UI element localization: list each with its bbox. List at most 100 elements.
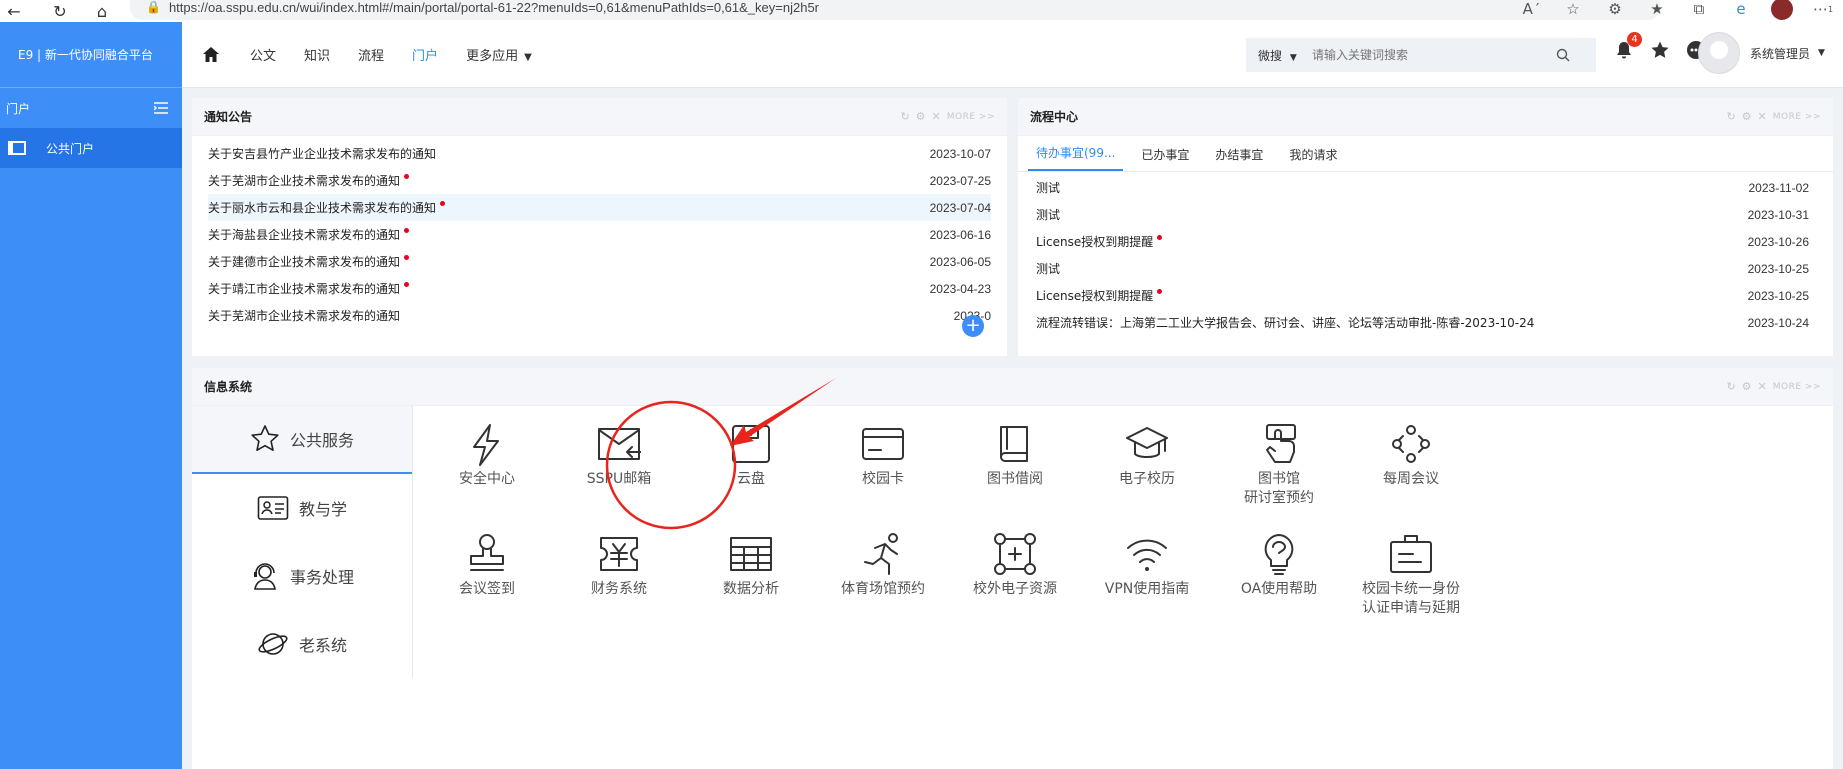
workflow_panel-row[interactable]: License授权到期提醒 2023-10-25 (1036, 282, 1809, 309)
stamp-icon (470, 534, 504, 571)
app-tile[interactable]: 安全中心 (422, 422, 552, 489)
app-label: 数据分析 (723, 581, 779, 597)
info-system-panel: 信息系统 ↻ ⚙ ✕ MORE >> 公共服务 教与学 事务处理 老系统 安全中… (192, 368, 1833, 769)
category-public-service[interactable]: 公共服务 (192, 406, 412, 474)
row-title: 流程流转错误：上海第二工业大学报告会、研讨会、讲座、论坛等活动审批-陈睿-202… (1036, 314, 1534, 331)
row-date: 2023-06-16 (929, 227, 991, 242)
notice_panel-row[interactable]: 关于建德市企业技术需求发布的通知 2023-06-05 (208, 248, 991, 275)
notice_panel-row[interactable]: 关于靖江市企业技术需求发布的通知 2023-04-23 (208, 275, 991, 302)
workflow_panel-row[interactable]: 流程流转错误：上海第二工业大学报告会、研讨会、讲座、论坛等活动审批-陈睿-202… (1036, 309, 1809, 336)
category-label: 事务处理 (289, 568, 354, 587)
address-bar[interactable]: 🔒 https://oa.sspu.edu.cn/wui/index.html#… (130, 0, 1660, 20)
tab-todo[interactable]: 待办事宜(99... (1028, 144, 1124, 171)
panel-title: 流程中心 (1030, 110, 1079, 124)
app-tile[interactable]: 财务系统 (554, 532, 684, 599)
back-icon[interactable]: ← (2, 1, 26, 21)
app-tile[interactable]: 会议签到 (422, 532, 552, 599)
app-tile[interactable]: 图书借阅 (950, 422, 1080, 489)
app-tile[interactable]: 电子校历 (1082, 422, 1212, 489)
more-menu-icon[interactable]: ⋯ 1 (1811, 0, 1835, 19)
app-tile[interactable]: OA使用帮助 (1214, 532, 1344, 599)
help-bulb-icon (1264, 534, 1294, 575)
user-menu[interactable]: 系统管理员 ▼ (1698, 32, 1825, 74)
more-link[interactable]: MORE >> (1773, 112, 1821, 122)
workflow_panel-row[interactable]: 测试 2023-10-25 (1036, 255, 1809, 282)
workflow_panel-row[interactable]: 测试 2023-11-02 (1036, 174, 1809, 201)
unread-dot (1157, 289, 1163, 294)
panel-header: 信息系统 ↻ ⚙ ✕ MORE >> (192, 368, 1833, 406)
gear-icon[interactable]: ⚙ (1742, 380, 1752, 393)
nav-gongwen[interactable]: 公文 (250, 45, 276, 64)
app-tile[interactable]: 体育场馆预约 (818, 532, 948, 599)
notice_panel-row[interactable]: 关于芜湖市企业技术需求发布的通知2023-0 (208, 302, 991, 329)
app-tile[interactable]: SSPU邮箱 (554, 422, 684, 489)
favorites-icon[interactable]: ★ (1645, 0, 1669, 19)
nav-more-apps[interactable]: 更多应用 ▼ (466, 45, 532, 64)
close-icon[interactable]: ✕ (932, 110, 941, 123)
category-legacy[interactable]: 老系统 (192, 610, 412, 678)
nav-workflow[interactable]: 流程 (358, 45, 384, 64)
row-title-text: 关于芜湖市企业技术需求发布的通知 (208, 174, 401, 188)
row-date: 2023-10-07 (929, 146, 991, 161)
app-tile[interactable]: VPN使用指南 (1082, 532, 1212, 599)
category-teaching[interactable]: 教与学 (192, 474, 412, 542)
tab-done[interactable]: 已办事宜 (1133, 146, 1197, 171)
notice_panel-row[interactable]: 关于安吉县竹产业企业技术需求发布的通知 2023-10-07 (208, 140, 991, 167)
close-icon[interactable]: ✕ (1758, 380, 1767, 393)
star-icon[interactable] (1650, 40, 1670, 60)
panel-title: 信息系统 (204, 380, 253, 394)
app-tile[interactable]: 每周会议 (1346, 422, 1476, 489)
workflow_panel-row[interactable]: 测试 2023-10-31 (1036, 201, 1809, 228)
browser-actions: A ′ ☆ ⚙ ★ ⧉ e ⋯ 1 (1519, 0, 1835, 20)
close-icon[interactable]: ✕ (1758, 110, 1767, 123)
hand-ticket-icon (1266, 424, 1296, 463)
workflow_panel-row[interactable]: License授权到期提醒 2023-10-26 (1036, 228, 1809, 255)
row-title-text: 关于靖江市企业技术需求发布的通知 (208, 282, 401, 296)
gear-icon[interactable]: ⚙ (916, 110, 926, 123)
category-affairs[interactable]: 事务处理 (192, 542, 412, 610)
notice_panel-row[interactable]: 关于丽水市云和县企业技术需求发布的通知 2023-07-04 (208, 194, 991, 221)
home-browser-icon[interactable]: ⌂ (90, 1, 114, 21)
refresh-icon[interactable]: ↻ (48, 1, 72, 21)
app-tile[interactable]: 数据分析 (686, 532, 816, 599)
app-tile[interactable]: 校园卡 (818, 422, 948, 489)
gear-icon[interactable]: ⚙ (1742, 110, 1752, 123)
app-tile[interactable]: 校园卡统一身份 认证申请与延期 (1346, 532, 1476, 618)
refresh-icon[interactable]: ↻ (1726, 110, 1735, 123)
more-link[interactable]: MORE >> (947, 112, 995, 122)
favorite-add-icon[interactable]: ☆ (1561, 0, 1585, 19)
edge-ext-icon[interactable]: e (1729, 0, 1753, 19)
read-aloud-icon[interactable]: A ′ (1519, 0, 1543, 19)
row-title-text: 测试 (1036, 208, 1061, 222)
tab-finished[interactable]: 办结事宜 (1207, 146, 1271, 171)
search-scope-select[interactable]: 微搜 ▼ (1246, 47, 1312, 64)
add-button[interactable]: + (962, 315, 984, 337)
chevron-down-icon: ▼ (524, 52, 532, 63)
notice_panel-row[interactable]: 关于芜湖市企业技术需求发布的通知 2023-07-25 (208, 167, 991, 194)
more-link[interactable]: MORE >> (1773, 382, 1821, 392)
extensions-icon[interactable]: ⚙ (1603, 0, 1627, 19)
app-tile[interactable]: 云盘 (686, 422, 816, 489)
search-input[interactable] (1312, 48, 1552, 62)
profile-avatar[interactable] (1771, 0, 1793, 20)
menu-collapse-icon[interactable] (154, 102, 168, 114)
app-tile[interactable]: 校外电子资源 (950, 532, 1080, 599)
lightning-icon (473, 424, 499, 466)
nav-knowledge[interactable]: 知识 (304, 45, 330, 64)
refresh-icon[interactable]: ↻ (1726, 380, 1735, 393)
home-icon[interactable] (202, 46, 220, 64)
panel-header: 通知公告 ↻ ⚙ ✕ MORE >> (192, 98, 1007, 136)
sidebar-section-header: 门户 (0, 88, 182, 128)
notice_panel-row[interactable]: 关于海盐县企业技术需求发布的通知 2023-06-16 (208, 221, 991, 248)
app-label: OA使用帮助 (1240, 581, 1318, 597)
row-title-text: 流程流转错误：上海第二工业大学报告会、研讨会、讲座、论坛等活动审批-陈睿-202… (1036, 316, 1535, 330)
tab-my-requests[interactable]: 我的请求 (1281, 146, 1345, 171)
search-icon[interactable] (1556, 48, 1570, 62)
panel-tools: ↻ ⚙ ✕ MORE >> (1726, 110, 1821, 123)
sidebar-item-public-portal[interactable]: 公共门户 (0, 128, 182, 168)
app-tile[interactable]: 图书馆 研讨室预约 (1214, 422, 1344, 508)
collections-icon[interactable]: ⧉ (1687, 0, 1711, 19)
notification-button[interactable]: 4 (1614, 32, 1642, 60)
refresh-icon[interactable]: ↻ (900, 110, 909, 123)
nav-portal[interactable]: 门户 (412, 45, 438, 64)
